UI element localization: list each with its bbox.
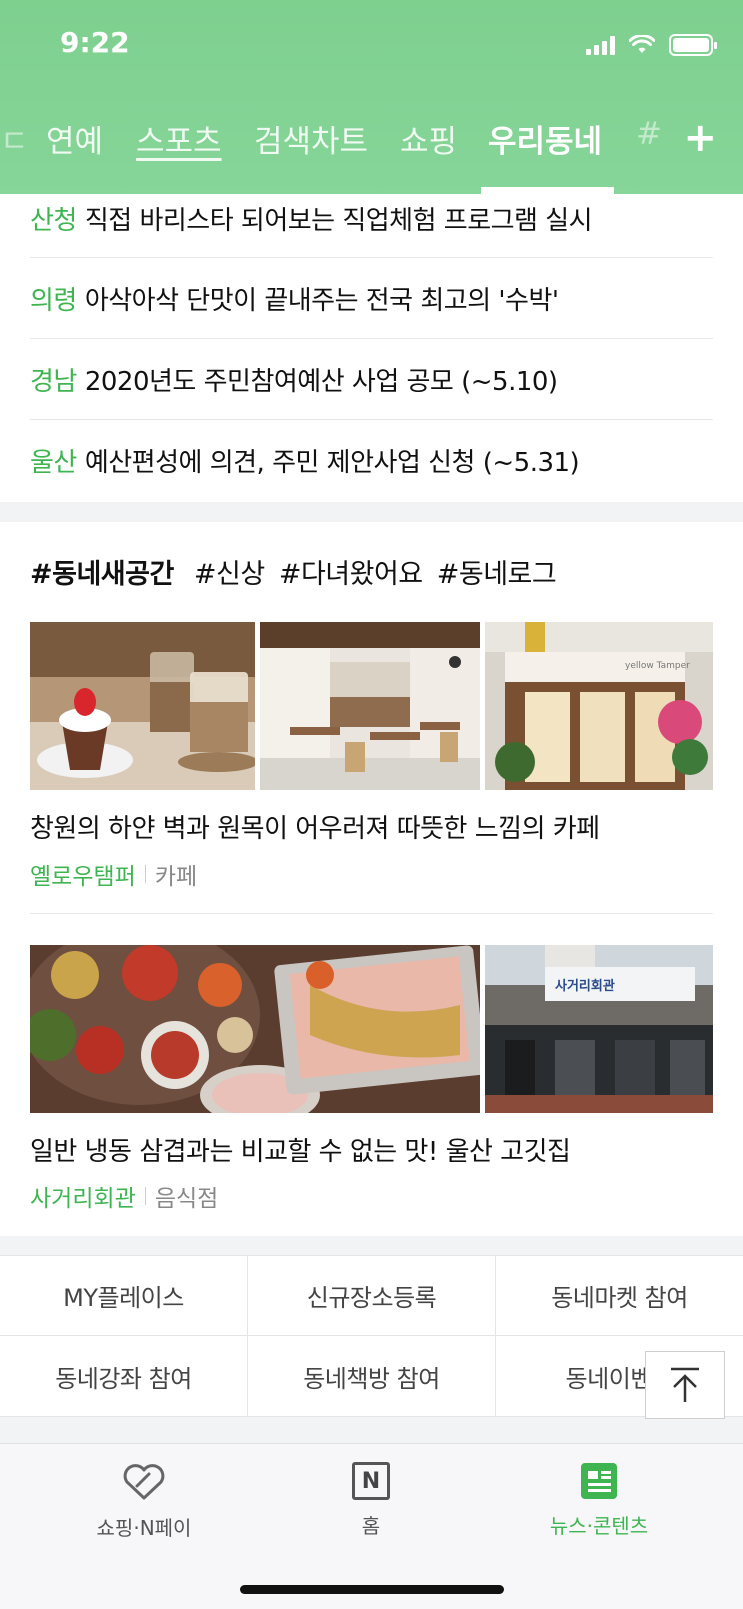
home-indicator [240,1585,504,1594]
place-category: 음식점 [154,1186,219,1212]
status-time: 9:22 [60,26,130,59]
card-photos[interactable]: yellow Tamper [30,622,713,790]
nav-label: 뉴스·콘텐츠 [549,1514,649,1538]
hashtag-main[interactable]: #동네새공간 [30,559,174,590]
my-place-link[interactable]: MY플레이스 [0,1256,248,1335]
place-category: 카페 [154,864,198,890]
battery-icon [669,34,717,56]
news-region: 산청 [30,206,77,236]
korean-bbq-photo [30,945,480,1113]
cafe-drinks-photo [30,622,255,790]
hashtag[interactable]: #신상 [194,559,265,590]
tab-partial[interactable]: # [636,116,662,152]
section-divider [0,1236,743,1256]
svg-text:사거리회관: 사거리회관 [555,978,615,994]
wifi-icon [629,35,655,53]
card-divider [30,913,713,914]
news-region: 경남 [30,366,77,397]
scroll-to-top-button[interactable] [645,1351,725,1419]
tab-search-chart[interactable]: 검색차트 [254,116,368,161]
quick-links-grid: MY플레이스 신규장소등록 동네마켓 참여 동네강좌 참여 동네책방 참여 동네… [0,1255,743,1417]
nav-shopping-pay[interactable]: 쇼핑·N페이 [44,1462,244,1541]
news-title: 예산편성에 의견, 주민 제안사업 신청 (~5.31) [84,448,580,478]
nav-label: 홈 [361,1514,381,1538]
nav-label: 쇼핑·N페이 [96,1516,192,1540]
cellular-signal-icon [586,35,615,55]
section-divider [0,1417,743,1443]
hashtag[interactable]: #다녀왔어요 [279,559,423,590]
meta-separator [144,1187,146,1205]
cafe-interior-photo [260,622,480,790]
place-name[interactable]: 사거리회관 [30,1179,136,1213]
neighborhood-market-link[interactable]: 동네마켓 참여 [496,1256,743,1335]
news-item[interactable]: 산청 직접 바리스타 되어보는 직업체험 프로그램 실시 [30,194,713,258]
card-meta: 옐로우탬퍼 카페 [30,857,197,891]
hashtag[interactable]: #동네로그 [437,559,557,590]
neighborhood-bookstore-link[interactable]: 동네책방 참여 [248,1336,496,1416]
active-tab-indicator [481,187,614,194]
local-news-list: 산청 직접 바리스타 되어보는 직업체험 프로그램 실시 의령 아삭아삭 단맛이… [30,194,713,501]
category-tabs: ㄷ 연예 스포츠 검색차트 쇼핑 우리동네 # [0,110,743,170]
news-item[interactable]: 울산 예산편성에 의견, 주민 제안사업 신청 (~5.31) [30,420,713,501]
n-logo-icon: N [352,1462,390,1500]
tab-shopping[interactable]: 쇼핑 [400,116,457,161]
tab-sports[interactable]: 스포츠 [136,116,222,161]
section-divider [0,502,743,522]
status-icons [586,34,717,56]
restaurant-exterior-photo: 사거리회관 [485,945,713,1113]
news-item[interactable]: 경남 2020년도 주민참여예산 사업 공모 (~5.10) [30,339,713,420]
cafe-storefront-photo: yellow Tamper [485,622,713,790]
arrow-up-icon [671,1367,699,1402]
register-place-link[interactable]: 신규장소등록 [248,1256,496,1335]
card-meta: 사거리회관 음식점 [30,1179,218,1213]
news-region: 의령 [30,285,77,316]
card-photos[interactable]: 사거리회관 [30,945,713,1113]
nav-home[interactable]: N 홈 [271,1462,471,1539]
neighborhood-class-link[interactable]: 동네강좌 참여 [0,1336,248,1416]
top-header: 9:22 ㄷ 연예 스포츠 검색차트 쇼핑 우리동네 # + [0,0,743,194]
meta-separator [144,865,146,883]
news-icon [581,1463,617,1499]
add-tab-button[interactable]: + [683,118,717,158]
hashtag-bar: #동네새공간 #신상 #다녀왔어요 #동네로그 [30,552,562,591]
tab-neighborhood[interactable]: 우리동네 [488,116,602,161]
svg-text:yellow Tamper: yellow Tamper [625,661,690,671]
place-name[interactable]: 옐로우탬퍼 [30,857,136,891]
news-region: 울산 [30,448,77,478]
card-title[interactable]: 일반 냉동 삼겹과는 비교할 수 없는 맛! 울산 고깃집 [30,1131,571,1168]
card-title[interactable]: 창원의 하얀 벽과 원목이 어우러져 따뜻한 느낌의 카페 [30,808,600,845]
tab-entertainment[interactable]: 연예 [46,116,103,161]
news-title: 직접 바리스타 되어보는 직업체험 프로그램 실시 [84,206,593,236]
heart-pay-icon [123,1464,165,1500]
news-title: 아삭아삭 단맛이 끝내주는 전국 최고의 '수박' [84,285,559,316]
news-title: 2020년도 주민참여예산 사업 공모 (~5.10) [84,366,558,397]
tab-edge-left[interactable]: ㄷ [0,116,29,161]
news-item[interactable]: 의령 아삭아삭 단맛이 끝내주는 전국 최고의 '수박' [30,258,713,339]
nav-news-content[interactable]: 뉴스·콘텐츠 [499,1462,699,1539]
